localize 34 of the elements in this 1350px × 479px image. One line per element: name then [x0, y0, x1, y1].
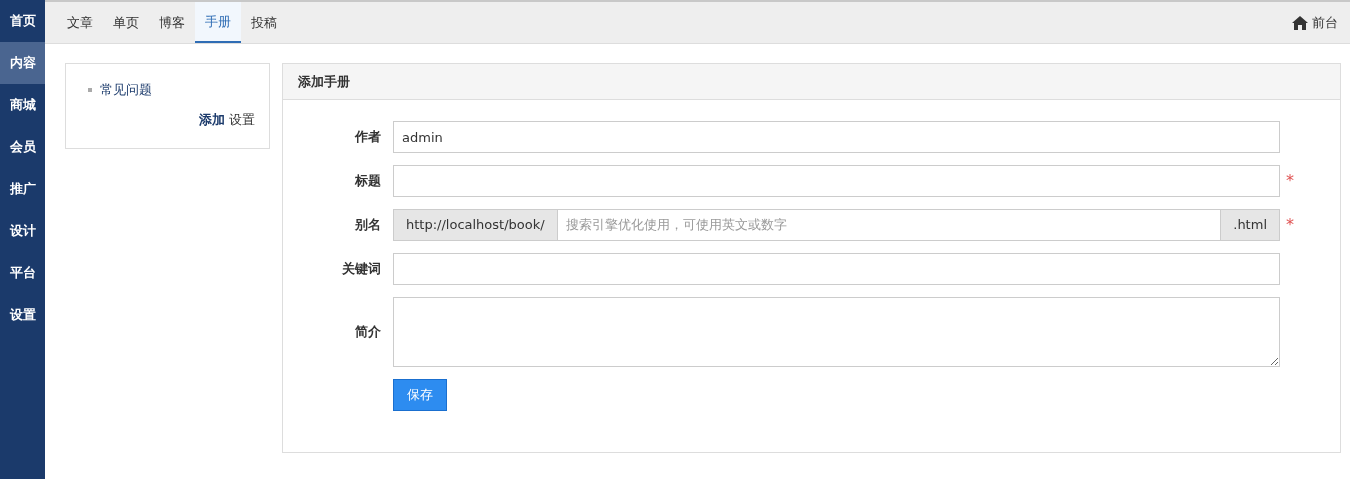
- url-prefix: http://localhost/book/: [393, 209, 558, 241]
- sidebar-item[interactable]: 商城: [0, 84, 45, 126]
- sidebar-item[interactable]: 首页: [0, 0, 45, 42]
- field-label: 标题: [354, 172, 382, 190]
- required-mark: *: [1286, 215, 1294, 234]
- category-link[interactable]: 常见问题: [100, 80, 152, 100]
- frontend-link[interactable]: 前台: [1312, 12, 1338, 33]
- field-label: 作者: [353, 128, 382, 146]
- field-label: 简介: [354, 323, 382, 341]
- required-mark: *: [1286, 171, 1294, 190]
- text-field[interactable]: [393, 253, 1280, 285]
- nav-tab[interactable]: 手册: [195, 2, 241, 43]
- text-field[interactable]: [393, 165, 1280, 197]
- field-label: 别名: [354, 216, 382, 234]
- nav-tab[interactable]: 单页: [103, 2, 149, 43]
- nav-tab[interactable]: 文章: [57, 2, 103, 43]
- sidebar-item[interactable]: 设计: [0, 210, 45, 252]
- url-suffix: .html: [1220, 209, 1280, 241]
- action-link[interactable]: 添加: [199, 109, 225, 129]
- alias-field[interactable]: 搜索引擎优化使用，可使用英文或数字: [557, 209, 1221, 241]
- action-link[interactable]: 设置: [229, 109, 255, 129]
- sidebar-item[interactable]: 推广: [0, 168, 45, 210]
- sidebar-item[interactable]: 会员: [0, 126, 45, 168]
- text-area[interactable]: [393, 297, 1280, 367]
- home-icon: [1292, 15, 1308, 30]
- sidebar-item[interactable]: 设置: [0, 294, 45, 336]
- bullet-icon: [88, 87, 92, 92]
- field-label: 关键词: [341, 260, 382, 278]
- sidebar-item[interactable]: 平台: [0, 252, 45, 294]
- nav-tab[interactable]: 博客: [149, 2, 195, 43]
- text-field[interactable]: admin: [393, 121, 1280, 153]
- panel-title: 添加手册: [298, 72, 350, 91]
- nav-tab[interactable]: 投稿: [241, 2, 287, 43]
- sidebar-item[interactable]: 内容: [0, 42, 45, 84]
